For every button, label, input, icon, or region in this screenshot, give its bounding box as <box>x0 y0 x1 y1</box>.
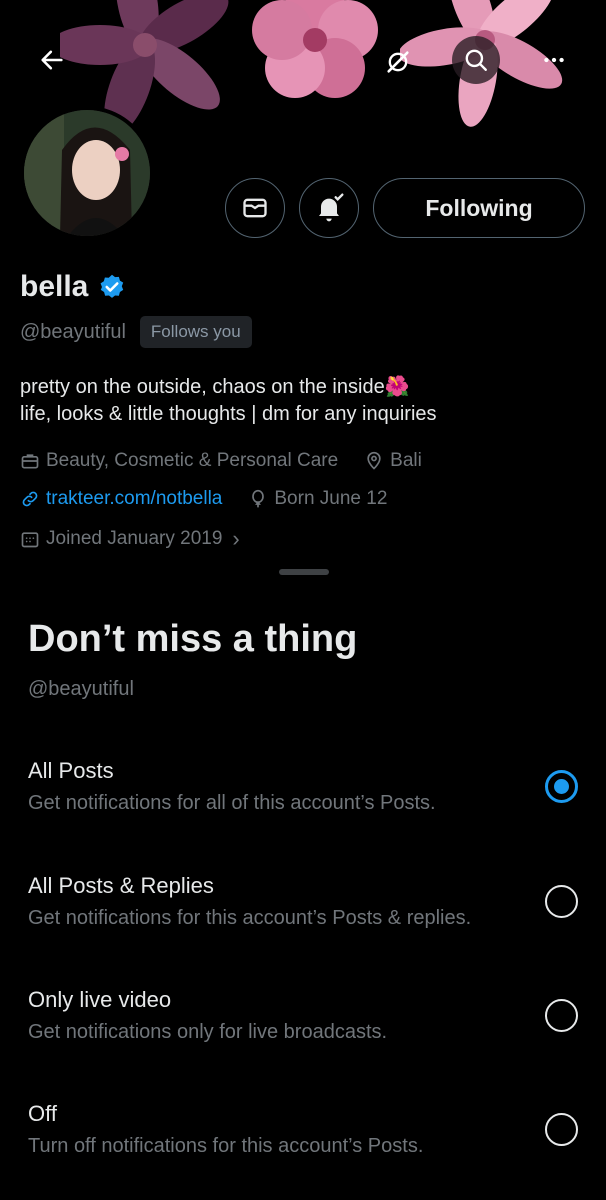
profile-meta-row-3: Joined January 2019 › <box>20 526 266 552</box>
display-name: bella <box>20 270 89 303</box>
option-description: Get notifications only for live broadcas… <box>28 1021 388 1043</box>
chevron-right-icon: › <box>232 526 240 551</box>
option-description: Turn off notifications for this account’… <box>28 1135 424 1157</box>
location-pin-icon <box>367 451 381 470</box>
back-button[interactable] <box>28 36 76 84</box>
radio-all-posts[interactable] <box>545 770 578 803</box>
location-text: Bali <box>390 450 422 471</box>
option-all-posts[interactable]: All Posts Get notifications for all of t… <box>0 758 606 858</box>
username-handle: @beayutiful <box>20 320 126 343</box>
search-icon <box>465 49 487 71</box>
translate-toggle-button[interactable] <box>374 38 422 86</box>
briefcase-icon <box>21 454 39 469</box>
mail-icon <box>243 198 267 218</box>
website-item[interactable]: trakteer.com/notbella <box>20 488 222 510</box>
option-all-posts-replies[interactable]: All Posts & Replies Get notifications fo… <box>0 873 606 973</box>
radio-only-live-video[interactable] <box>545 999 578 1032</box>
option-off[interactable]: Off Turn off notifications for this acco… <box>0 1101 606 1200</box>
joined-item[interactable]: Joined January 2019 › <box>20 526 240 552</box>
avatar-photo <box>24 110 150 236</box>
more-horizontal-icon <box>544 57 564 63</box>
profile-name-row: bella <box>20 270 126 304</box>
following-button[interactable]: Following <box>373 178 585 238</box>
option-description: Get notifications for this account’s Pos… <box>28 907 472 929</box>
category-item: Beauty, Cosmetic & Personal Care <box>20 450 338 472</box>
radio-off[interactable] <box>545 1113 578 1146</box>
option-label: All Posts & Replies <box>28 873 214 898</box>
option-only-live-video[interactable]: Only live video Get notifications only f… <box>0 987 606 1087</box>
option-description: Get notifications for all of this accoun… <box>28 792 436 814</box>
link-icon <box>22 491 38 507</box>
hibiscus-flower-image <box>252 0 378 98</box>
notifications-button[interactable] <box>299 178 359 238</box>
calendar-icon <box>21 532 39 548</box>
follows-you-badge: Follows you <box>139 316 252 348</box>
profile-screen: Following bella @beayutiful Follows you … <box>0 0 606 1200</box>
handle-row: @beayutiful Follows you <box>20 316 252 348</box>
sheet-title: Don’t miss a thing <box>28 618 358 660</box>
option-label: Off <box>28 1101 57 1126</box>
no-sync-icon <box>387 51 409 73</box>
notification-settings-sheet: Don’t miss a thing @beayutiful All Posts… <box>0 558 606 1200</box>
profile-bio: pretty on the outside, chaos on the insi… <box>20 374 586 428</box>
category-text: Beauty, Cosmetic & Personal Care <box>46 450 339 471</box>
bell-check-icon <box>319 193 344 222</box>
sheet-drag-handle[interactable] <box>279 569 329 575</box>
profile-meta-row-1: Beauty, Cosmetic & Personal Care Bali <box>20 450 448 472</box>
search-button[interactable] <box>452 36 500 84</box>
option-label: All Posts <box>28 758 114 783</box>
more-button[interactable] <box>530 36 578 84</box>
birthday-item: Born June 12 <box>248 488 387 510</box>
avatar[interactable] <box>20 106 154 240</box>
bio-line-2: life, looks & little thoughts | dm for a… <box>20 403 437 425</box>
radio-all-posts-replies[interactable] <box>545 885 578 918</box>
arrow-left-icon <box>41 50 63 70</box>
bio-line-1: pretty on the outside, chaos on the insi… <box>20 376 410 398</box>
joined-text: Joined January 2019 <box>46 528 223 549</box>
birthday-text: Born June 12 <box>274 488 388 509</box>
location-item: Bali <box>364 450 422 472</box>
profile-meta-row-2: trakteer.com/notbella Born June 12 <box>20 488 413 510</box>
verified-badge-icon[interactable] <box>98 273 126 301</box>
message-button[interactable] <box>225 178 285 238</box>
balloon-icon <box>252 489 265 508</box>
sheet-subtitle: @beayutiful <box>28 678 134 700</box>
option-label: Only live video <box>28 987 172 1012</box>
website-link[interactable]: trakteer.com/notbella <box>46 488 222 510</box>
